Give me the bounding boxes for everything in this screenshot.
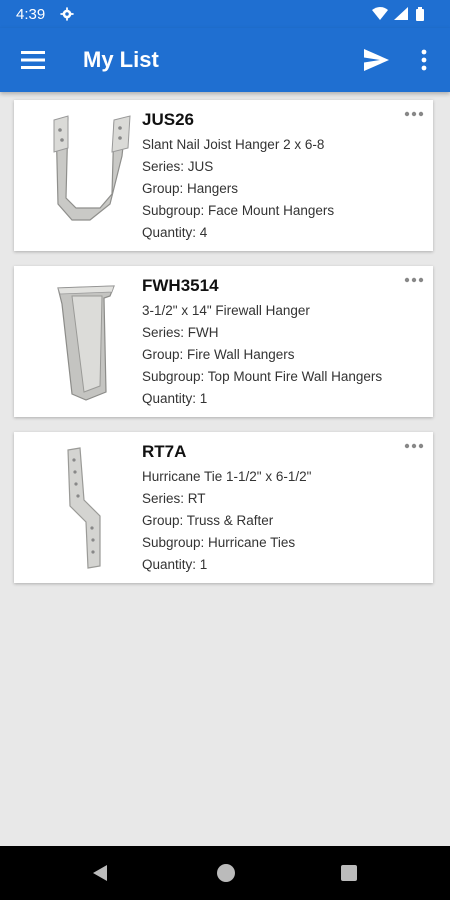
item-description: Hurricane Tie 1-1/2" x 6-1/2" xyxy=(142,469,312,484)
product-image-fwh3514 xyxy=(57,285,115,401)
battery-icon xyxy=(416,7,424,21)
item-name: FWH3514 xyxy=(142,276,219,295)
status-bar: 4:39 xyxy=(0,0,450,28)
home-icon[interactable] xyxy=(217,864,235,882)
more-horiz-icon[interactable] xyxy=(403,275,425,285)
item-subgroup: Subgroup: Hurricane Ties xyxy=(142,535,296,550)
product-list: JUS26 Slant Nail Joist Hanger 2 x 6-8 Se… xyxy=(14,100,433,598)
wifi-icon xyxy=(372,7,388,20)
item-group: Group: Fire Wall Hangers xyxy=(142,347,295,362)
item-quantity: Quantity: 4 xyxy=(142,225,208,240)
page-title: My List xyxy=(83,47,159,72)
item-group: Group: Truss & Rafter xyxy=(142,513,274,528)
item-quantity: Quantity: 1 xyxy=(142,391,208,406)
item-name: JUS26 xyxy=(142,110,194,129)
item-group: Group: Hangers xyxy=(142,181,239,196)
list-item[interactable]: JUS26 Slant Nail Joist Hanger 2 x 6-8 Se… xyxy=(14,100,433,251)
recents-icon[interactable] xyxy=(341,865,357,881)
more-horiz-icon[interactable] xyxy=(403,441,425,451)
product-image-jus26 xyxy=(53,115,131,221)
status-time: 4:39 xyxy=(16,6,46,23)
list-item[interactable]: FWH3514 3-1/2" x 14" Firewall Hanger Ser… xyxy=(14,266,433,417)
item-quantity: Quantity: 1 xyxy=(142,557,208,572)
settings-gear-icon xyxy=(60,7,74,21)
item-subgroup: Subgroup: Top Mount Fire Wall Hangers xyxy=(142,369,383,384)
item-name: RT7A xyxy=(142,442,187,461)
back-icon[interactable] xyxy=(92,864,108,882)
item-description: 3-1/2" x 14" Firewall Hanger xyxy=(142,303,310,318)
signal-icon xyxy=(394,7,408,20)
list-item[interactable]: RT7A Hurricane Tie 1-1/2" x 6-1/2" Serie… xyxy=(14,432,433,583)
send-icon[interactable] xyxy=(362,47,390,73)
app-bar: My List xyxy=(0,28,450,92)
item-subgroup: Subgroup: Face Mount Hangers xyxy=(142,203,335,218)
more-horiz-icon[interactable] xyxy=(403,109,425,119)
menu-icon[interactable] xyxy=(20,48,46,72)
system-nav-bar xyxy=(0,846,450,900)
item-series: Series: RT xyxy=(142,491,206,506)
more-vert-icon[interactable] xyxy=(416,48,432,72)
item-series: Series: FWH xyxy=(142,325,219,340)
item-series: Series: JUS xyxy=(142,159,214,174)
item-description: Slant Nail Joist Hanger 2 x 6-8 xyxy=(142,137,325,152)
product-image-rt7a xyxy=(67,447,101,569)
status-indicators xyxy=(370,6,440,22)
